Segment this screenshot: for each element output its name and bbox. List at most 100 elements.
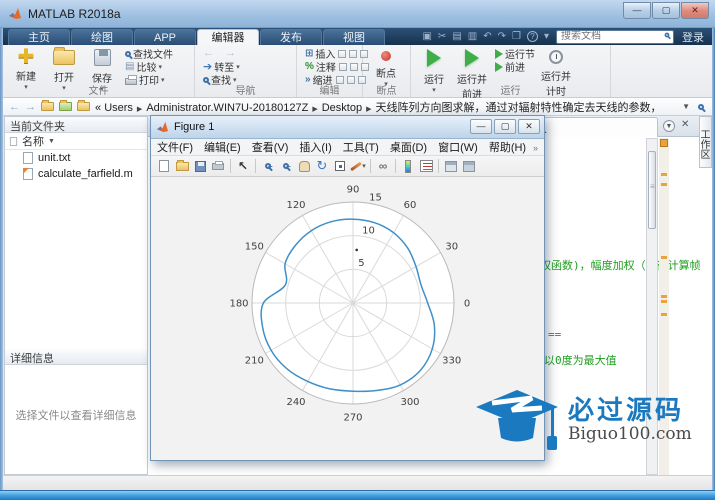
code-line: 权函数)，幅度加权（自行计算帧 bbox=[540, 257, 701, 273]
marker-tick[interactable] bbox=[661, 173, 667, 176]
mfile-icon bbox=[23, 168, 33, 180]
editor-tab-close-icon[interactable]: ✕ bbox=[681, 119, 689, 130]
zoom-out-icon[interactable] bbox=[277, 158, 295, 174]
figure-matlab-icon bbox=[156, 121, 169, 133]
marker-tick[interactable] bbox=[661, 300, 667, 303]
details-header[interactable]: 详细信息 bbox=[5, 349, 147, 365]
edit-mini-icon[interactable] bbox=[339, 63, 347, 71]
figure-menu-插入(I)[interactable]: 插入(I) bbox=[299, 139, 331, 155]
ribbon-button-插入[interactable]: ⊞插入 bbox=[305, 47, 371, 60]
new-figure-icon[interactable] bbox=[155, 158, 173, 174]
current-folder-header[interactable]: 当前文件夹 bbox=[5, 117, 147, 133]
maximize-button[interactable]: ▢ bbox=[652, 2, 680, 19]
show-plot-tools-icon[interactable] bbox=[460, 158, 478, 174]
figure-close-button[interactable]: ✕ bbox=[518, 119, 540, 134]
marker-tick[interactable] bbox=[661, 256, 667, 259]
forward-icon[interactable]: → bbox=[25, 101, 36, 113]
watermark: 必过源码 Biguo100.com bbox=[474, 388, 694, 460]
signin-link[interactable]: 登录 bbox=[682, 29, 704, 45]
ribbon-group-label: 编辑 bbox=[297, 82, 362, 97]
ribbon-tab-发布[interactable]: 发布 bbox=[260, 29, 322, 45]
file-row[interactable]: unit.txt bbox=[5, 150, 147, 166]
ribbon-group-编辑: ⊞插入%注释»缩进编辑 bbox=[297, 45, 363, 97]
name-column-header[interactable]: 名称 ▼ bbox=[5, 133, 147, 150]
doc-search-input[interactable] bbox=[556, 30, 674, 44]
back-icon[interactable]: ← bbox=[9, 101, 20, 113]
brush-icon[interactable]: ▾ bbox=[349, 158, 367, 174]
figure-titlebar[interactable]: Figure 1 — ▢ ✕ bbox=[151, 116, 544, 139]
figure-menu-查看(V)[interactable]: 查看(V) bbox=[252, 139, 289, 155]
save-figure-icon[interactable] bbox=[191, 158, 209, 174]
message-indicator[interactable] bbox=[660, 139, 668, 147]
figure-title: Figure 1 bbox=[174, 121, 214, 133]
angle-tick-label: 210 bbox=[245, 356, 264, 367]
ribbon-tab-主页[interactable]: 主页 bbox=[8, 29, 70, 45]
ribbon-button-label: 新建 bbox=[8, 68, 44, 83]
ribbon-tab-APP[interactable]: APP bbox=[134, 29, 196, 45]
workspace-collapsed-tab[interactable]: 工作区 bbox=[699, 116, 712, 168]
breadcrumb-segment[interactable]: Administrator.WIN7U-20180127Z bbox=[146, 102, 308, 114]
help-icon[interactable]: ? bbox=[527, 31, 538, 42]
file-row[interactable]: calculate_farfield.m bbox=[5, 166, 147, 182]
link-plot-icon[interactable]: ∞ bbox=[374, 158, 392, 174]
undo-icon[interactable]: ↶ bbox=[483, 29, 491, 44]
figure-minimize-button[interactable]: — bbox=[470, 119, 492, 134]
paste-icon[interactable]: ▥ bbox=[468, 29, 477, 44]
figure-menu-编辑(E)[interactable]: 编辑(E) bbox=[204, 139, 241, 155]
insert-legend-icon[interactable] bbox=[417, 158, 435, 174]
up-folder-icon[interactable] bbox=[41, 102, 54, 111]
details-empty-hint: 选择文件以查看详细信息 bbox=[5, 407, 147, 423]
switch-windows-icon[interactable]: ❐ bbox=[512, 29, 521, 44]
open-file-icon[interactable] bbox=[173, 158, 191, 174]
data-cursor-icon[interactable] bbox=[331, 158, 349, 174]
breadcrumb-segment[interactable]: 天线阵列方向图求解，通过对辐射特性确定去天线的参数，来达到预期方向图 bbox=[375, 102, 655, 114]
ribbon-tab-视图[interactable]: 视图 bbox=[323, 29, 385, 45]
editor-tab-dropdown-icon[interactable]: ▼ bbox=[663, 120, 675, 132]
figure-menu-窗口(W)[interactable]: 窗口(W) bbox=[438, 139, 478, 155]
browse-folder-icon[interactable] bbox=[59, 102, 72, 111]
marker-tick[interactable] bbox=[661, 313, 667, 316]
edit-mini-icon[interactable] bbox=[338, 50, 346, 58]
angle-tick-label: 330 bbox=[442, 356, 461, 367]
breadcrumb-segment[interactable]: Users bbox=[104, 102, 133, 114]
pan-icon[interactable] bbox=[295, 158, 313, 174]
print-figure-icon[interactable] bbox=[209, 158, 227, 174]
figure-toolbar: ↖ ↻ ▾ ∞ bbox=[151, 156, 544, 177]
marker-tick[interactable] bbox=[661, 295, 667, 298]
cut-icon[interactable]: ✂ bbox=[438, 29, 446, 44]
code-line: 以0度为最大值 bbox=[544, 352, 617, 368]
code-line: == bbox=[548, 328, 561, 341]
figure-menu-帮助(H)[interactable]: 帮助(H) bbox=[489, 139, 526, 155]
marker-tick[interactable] bbox=[661, 183, 667, 186]
search-icon[interactable] bbox=[665, 32, 670, 37]
insert-colorbar-icon[interactable] bbox=[399, 158, 417, 174]
address-search-icon[interactable] bbox=[698, 104, 704, 110]
figure-menu-文件(F)[interactable]: 文件(F) bbox=[157, 139, 193, 155]
ribbon-button-前进[interactable]: 前进 bbox=[495, 60, 537, 73]
ribbon-tab-编辑器[interactable]: 编辑器 bbox=[197, 29, 259, 45]
watermark-text-en: Biguo100.com bbox=[568, 424, 692, 444]
edit-mini-icon[interactable] bbox=[349, 50, 357, 58]
address-dropdown-icon[interactable]: ▼ bbox=[682, 102, 690, 111]
breadcrumb[interactable]: « Users▶Administrator.WIN7U-20180127Z▶De… bbox=[95, 99, 655, 115]
breadcrumb-segment[interactable]: Desktop bbox=[322, 102, 362, 114]
edit-plot-icon[interactable]: ↖ bbox=[234, 158, 252, 174]
ribbon-tab-绘图[interactable]: 绘图 bbox=[71, 29, 133, 45]
copy-icon[interactable]: ▤ bbox=[452, 29, 461, 44]
figure-menu-桌面(D)[interactable]: 桌面(D) bbox=[390, 139, 427, 155]
angle-tick-label: 30 bbox=[445, 242, 458, 253]
zoom-in-icon[interactable] bbox=[259, 158, 277, 174]
scrollbar-thumb[interactable] bbox=[648, 151, 656, 229]
figure-maximize-button[interactable]: ▢ bbox=[494, 119, 516, 134]
edit-mini-icon[interactable] bbox=[350, 63, 358, 71]
quickbar-dropdown-icon[interactable]: ▾ bbox=[544, 29, 549, 44]
redo-icon[interactable]: ↷ bbox=[498, 29, 506, 44]
save-icon[interactable]: ▣ bbox=[422, 29, 431, 44]
insert-icon: ⊞ bbox=[305, 48, 313, 59]
hide-plot-tools-icon[interactable] bbox=[442, 158, 460, 174]
figure-menu-工具(T)[interactable]: 工具(T) bbox=[343, 139, 379, 155]
rotate-3d-icon[interactable]: ↻ bbox=[313, 158, 331, 174]
close-button[interactable]: ✕ bbox=[681, 2, 709, 19]
menu-overflow-icon[interactable]: » bbox=[533, 143, 538, 153]
minimize-button[interactable]: — bbox=[623, 2, 651, 19]
